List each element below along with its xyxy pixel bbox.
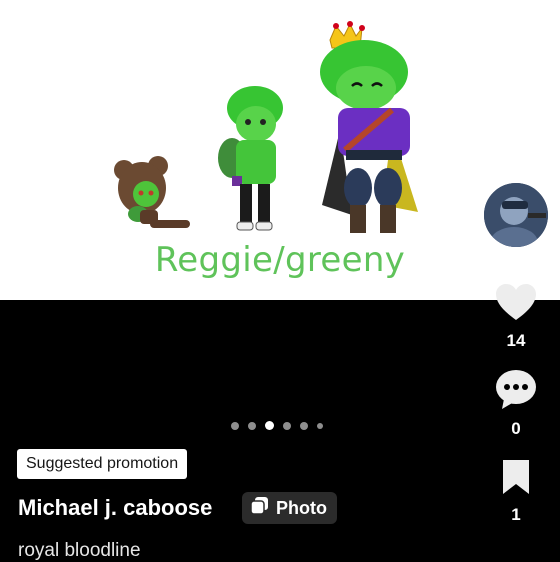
photo-icon — [250, 496, 270, 521]
image-caption: Reggie/greeny — [154, 240, 406, 280]
bookmark-count: 1 — [511, 505, 521, 524]
carousel-indicator — [231, 421, 323, 430]
carousel-dot[interactable] — [248, 421, 256, 430]
avatar[interactable] — [482, 181, 550, 249]
carousel-dot[interactable] — [231, 421, 239, 430]
heart-icon — [494, 282, 538, 327]
bookmark-button[interactable]: 1 — [486, 458, 546, 525]
suggested-promotion-badge: Suggested promotion — [17, 449, 188, 479]
carousel-dot[interactable] — [300, 421, 308, 430]
baby-character — [114, 156, 190, 228]
carousel-dot[interactable] — [283, 421, 291, 430]
bookmark-icon — [499, 458, 533, 501]
post-image[interactable]: Reggie/greeny — [0, 0, 560, 300]
king-character — [320, 21, 418, 233]
carousel-dot-active[interactable] — [265, 421, 274, 430]
comment-icon — [494, 368, 538, 415]
post-description[interactable]: royal bloodline — [18, 540, 141, 562]
kid-character — [218, 86, 283, 231]
like-button[interactable]: 14 — [486, 282, 546, 351]
author-name[interactable]: Michael j. caboose — [18, 492, 212, 524]
carousel-dot[interactable] — [317, 422, 323, 429]
like-count: 14 — [506, 331, 526, 350]
comment-button[interactable]: 0 — [486, 368, 546, 439]
photo-type-chip: Photo — [242, 492, 337, 524]
photo-chip-label: Photo — [276, 497, 327, 518]
comment-count: 0 — [511, 419, 521, 438]
